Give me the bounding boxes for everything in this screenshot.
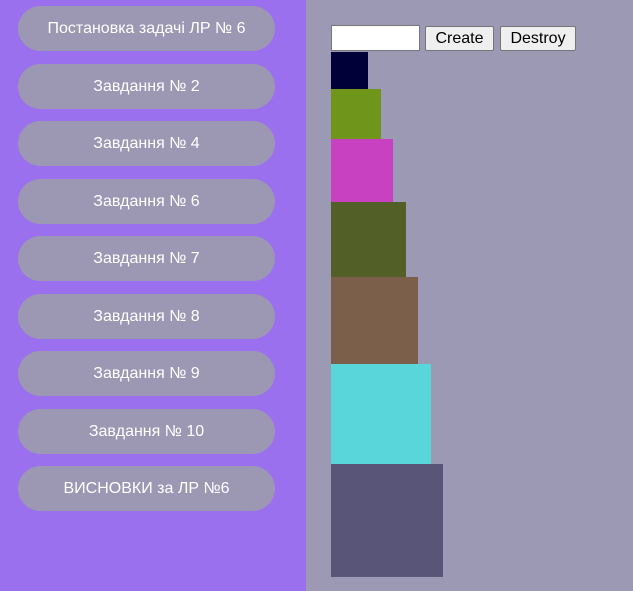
color-block-4 [331,202,406,277]
nav-item-task-6[interactable]: Завдання № 6 [18,179,275,224]
nav-item-conclusions[interactable]: ВИСНОВКИ за ЛР №6 [18,466,275,511]
nav-item-task-8[interactable]: Завдання № 8 [18,294,275,339]
color-block-3 [331,139,393,202]
color-block-1 [331,52,368,89]
sidebar: Постановка задачі ЛР № 6 Завдання № 2 За… [0,0,306,591]
color-block-6 [331,364,431,464]
block-count-input[interactable] [331,25,420,51]
color-block-7 [331,464,443,577]
main-area: Create Destroy [306,0,633,591]
nav-item-task-2[interactable]: Завдання № 2 [18,64,275,109]
destroy-button[interactable]: Destroy [500,26,576,51]
nav-item-task-9[interactable]: Завдання № 9 [18,351,275,396]
nav-item-task-4[interactable]: Завдання № 4 [18,121,275,166]
color-block-2 [331,89,381,139]
create-button[interactable]: Create [425,26,494,51]
nav-item-task-7[interactable]: Завдання № 7 [18,236,275,281]
nav-item-task-statement[interactable]: Постановка задачі ЛР № 6 [18,6,275,51]
color-block-5 [331,277,418,364]
nav-item-task-10[interactable]: Завдання № 10 [18,409,275,454]
